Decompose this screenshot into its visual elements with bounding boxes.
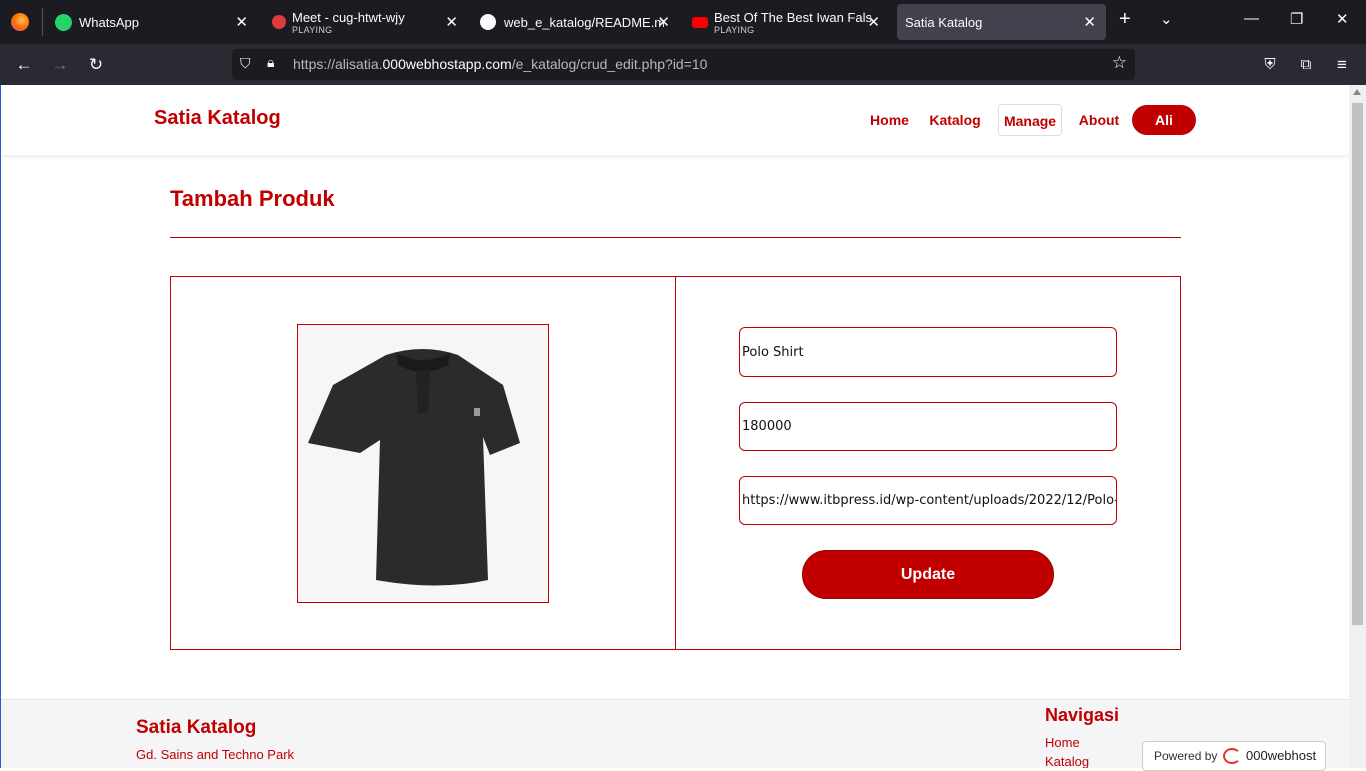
nav-manage[interactable]: Manage bbox=[998, 104, 1062, 136]
tab-meet[interactable]: Meet - cug-htwt-wjy PLAYING ✕ bbox=[264, 4, 468, 40]
close-icon[interactable]: ✕ bbox=[657, 13, 670, 31]
divider bbox=[170, 237, 1181, 238]
page-scrollbar[interactable] bbox=[1349, 85, 1366, 768]
webhost-logo-icon bbox=[1223, 748, 1241, 764]
footer-link-katalog[interactable]: Katalog bbox=[1045, 754, 1089, 768]
tab-title: web_e_katalog/README.md a bbox=[504, 14, 664, 30]
tab-playing-label: PLAYING bbox=[292, 24, 333, 35]
back-icon[interactable]: ← bbox=[12, 53, 36, 77]
lock-icon[interactable]: 🔒︎ bbox=[267, 54, 274, 71]
whatsapp-icon bbox=[55, 13, 72, 31]
tab-satia-katalog[interactable]: Satia Katalog ✕ bbox=[897, 4, 1106, 40]
close-icon[interactable]: ✕ bbox=[235, 13, 248, 31]
product-image-url-input[interactable]: https://www.itbpress.id/wp-content/uploa… bbox=[739, 476, 1117, 525]
tab-title: Meet - cug-htwt-wjy bbox=[292, 9, 405, 25]
url-prefix: https://alisatia. bbox=[293, 56, 383, 72]
window-close-icon[interactable]: ✕ bbox=[1336, 10, 1349, 28]
tab-github[interactable]: web_e_katalog/README.md a ✕ bbox=[474, 4, 680, 40]
polo-shirt-image bbox=[308, 349, 520, 586]
speaker-icon bbox=[272, 15, 286, 29]
pocket-icon[interactable]: ⛨ bbox=[1258, 53, 1282, 77]
tab-playing-label: PLAYING bbox=[714, 24, 755, 35]
menu-icon[interactable]: ≡ bbox=[1330, 53, 1354, 77]
scrollbar-thumb[interactable] bbox=[1352, 103, 1363, 625]
update-button[interactable]: Update bbox=[802, 550, 1054, 599]
tab-youtube[interactable]: Best Of The Best Iwan Fals ~ K PLAYING ✕ bbox=[686, 4, 890, 40]
tab-separator bbox=[42, 8, 43, 36]
product-image bbox=[297, 324, 549, 603]
browser-tab-bar: WhatsApp ✕ Meet - cug-htwt-wjy PLAYING ✕… bbox=[0, 0, 1366, 44]
webhost-name: 000webhost bbox=[1246, 748, 1317, 763]
close-icon[interactable]: ✕ bbox=[1083, 13, 1096, 31]
product-name-input[interactable]: Polo Shirt bbox=[739, 327, 1117, 377]
restore-icon[interactable]: ❐ bbox=[1290, 10, 1303, 28]
powered-by-label: Powered by bbox=[1154, 749, 1218, 763]
nav-home[interactable]: Home bbox=[863, 104, 916, 136]
url-host: 000webhostapp.com bbox=[382, 56, 512, 72]
close-icon[interactable]: ✕ bbox=[867, 13, 880, 31]
url-path: /e_katalog/crud_edit.php?id=10 bbox=[511, 56, 708, 72]
product-price-input[interactable]: 180000 bbox=[739, 402, 1117, 451]
minimize-icon[interactable]: — bbox=[1244, 10, 1259, 27]
url-bar[interactable]: ⛉ 🔒︎ https://alisatia.000webhostapp.com/… bbox=[232, 49, 1135, 80]
footer-nav-title: Navigasi bbox=[1045, 705, 1120, 725]
nav-katalog[interactable]: Katalog bbox=[925, 104, 985, 136]
powered-by-badge[interactable]: Powered by 000webhost bbox=[1142, 741, 1326, 771]
tab-list-chevron-icon[interactable]: ⌄ bbox=[1160, 10, 1173, 28]
page-title: Tambah Produk bbox=[170, 186, 335, 211]
url-text[interactable]: https://alisatia.000webhostapp.com/e_kat… bbox=[293, 56, 707, 72]
footer-address: Gd. Sains and Techno Park bbox=[136, 747, 295, 762]
tab-title: WhatsApp bbox=[79, 14, 139, 30]
tab-whatsapp[interactable]: WhatsApp ✕ bbox=[48, 4, 258, 40]
firefox-icon[interactable] bbox=[11, 13, 29, 31]
footer-brand: Satia Katalog bbox=[136, 717, 257, 738]
tab-title: Best Of The Best Iwan Fals ~ K bbox=[714, 9, 872, 25]
bookmark-star-icon[interactable]: ☆ bbox=[1112, 53, 1127, 73]
youtube-icon bbox=[692, 16, 708, 28]
github-icon bbox=[480, 14, 496, 30]
new-tab-icon[interactable]: + bbox=[1119, 8, 1131, 31]
extensions-icon[interactable]: ⧉ bbox=[1294, 53, 1318, 77]
shield-icon[interactable]: ⛉ bbox=[240, 55, 251, 72]
footer-link-home[interactable]: Home bbox=[1045, 735, 1080, 750]
forward-icon[interactable]: → bbox=[48, 53, 72, 77]
site-header: Satia Katalog Home Katalog Manage About … bbox=[1, 85, 1349, 155]
close-icon[interactable]: ✕ bbox=[445, 13, 458, 31]
nav-user-button[interactable]: Ali bbox=[1132, 105, 1196, 135]
web-page: Satia Katalog Home Katalog Manage About … bbox=[0, 85, 1349, 768]
tab-title: Satia Katalog bbox=[905, 14, 983, 30]
site-brand[interactable]: Satia Katalog bbox=[154, 107, 281, 130]
reload-icon[interactable]: ↻ bbox=[84, 53, 108, 77]
browser-nav-bar: ← → ↻ ⛉ 🔒︎ https://alisatia.000webhostap… bbox=[0, 44, 1366, 85]
scroll-up-arrow-icon[interactable] bbox=[1353, 89, 1361, 95]
nav-about[interactable]: About bbox=[1072, 104, 1126, 136]
